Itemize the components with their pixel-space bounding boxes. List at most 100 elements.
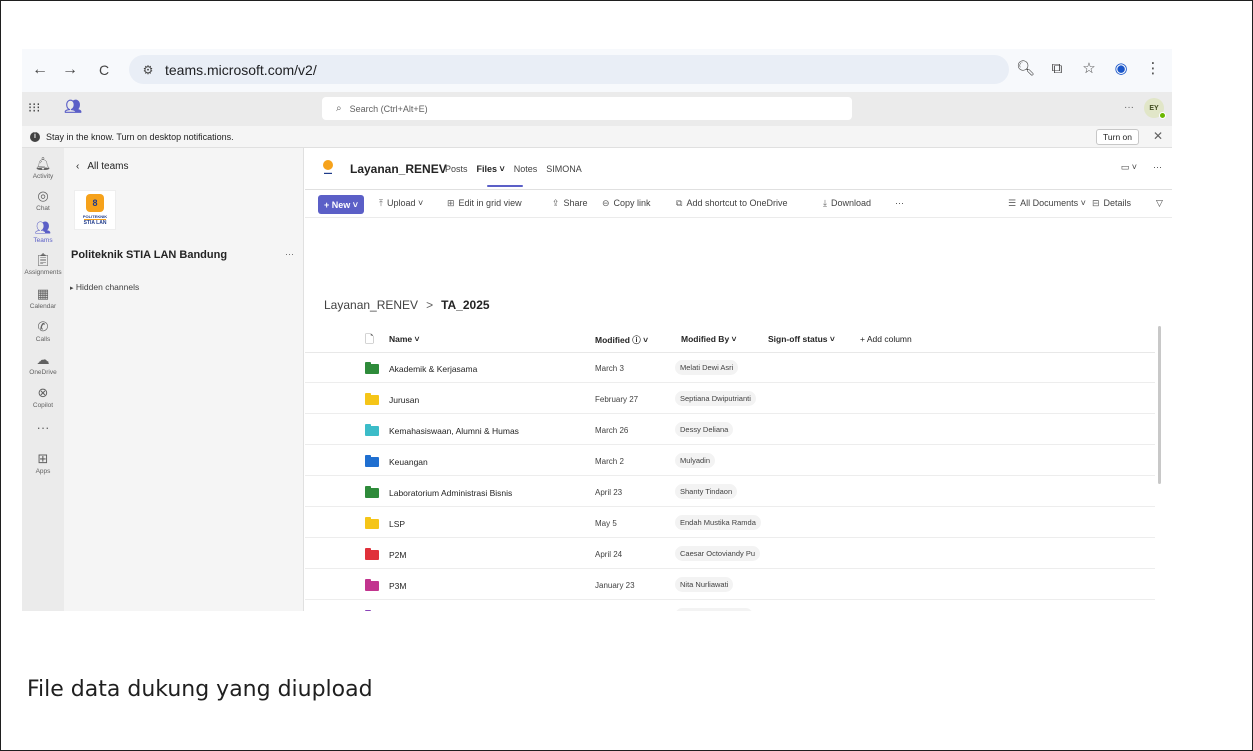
search-placeholder: Search (Ctrl+Alt+E) [349, 103, 428, 114]
close-icon[interactable]: ✕ [1153, 129, 1163, 143]
file-modified-by[interactable]: Mulyadin [675, 453, 716, 468]
hidden-channels-toggle[interactable]: ▸ Hidden channels [70, 282, 139, 292]
settings-more-icon[interactable]: ··· [1124, 102, 1134, 113]
filter-icon[interactable]: ▽ [1156, 198, 1163, 209]
tab-notes[interactable]: Notes [514, 164, 538, 174]
all-teams-link[interactable]: ‹ All teams [76, 161, 128, 172]
table-row[interactable]: Pengelola Jurnal dan PublikasiMay 6Deni … [305, 602, 1155, 611]
rail-teams[interactable]: 👥︎ Teams [22, 220, 64, 244]
bookmark-star-icon[interactable]: ☆ [1080, 59, 1098, 77]
file-modified-by[interactable]: Endah Mustika Ramda [675, 515, 761, 530]
rail-onedrive[interactable]: ☁︎ OneDrive [22, 352, 64, 376]
file-modified: January 23 [595, 581, 635, 590]
add-shortcut-button[interactable]: ⧉ Add shortcut to OneDrive [676, 198, 788, 209]
table-row[interactable]: Akademik & Kerjasama March 3 Melati Dewi A… [305, 354, 1155, 383]
folder-icon [365, 424, 379, 436]
browser-menu-icon[interactable]: ⋮ [1144, 59, 1162, 77]
meet-video-icon[interactable]: ▭ ˅ [1121, 162, 1137, 173]
profile-icon[interactable]: ◉ [1112, 59, 1130, 77]
file-modified-by[interactable]: Septiana Dwiputrianti [675, 391, 756, 406]
channel-more-icon[interactable]: ··· [1153, 162, 1162, 173]
tab-files[interactable]: Files ˅ [477, 164, 505, 174]
reload-icon[interactable]: C [92, 58, 116, 82]
tab-simona[interactable]: SIMONA [546, 164, 582, 174]
file-name[interactable]: P2M [389, 550, 406, 560]
upload-button[interactable]: ⤒ Upload ˅ [379, 198, 423, 209]
file-modified-by[interactable]: Nita Nurliawati [675, 577, 734, 592]
files-toolbar: + New ˅ ⤒ Upload ˅ ⊞ Edit in grid view ⇪ Sh… [305, 191, 1172, 218]
table-row[interactable]: Keuangan March 2 Mulyadin [305, 447, 1155, 476]
table-row[interactable]: LSP May 5 Endah Mustika Ramda [305, 509, 1155, 538]
cloud-icon: ☁︎ [36, 352, 50, 367]
details-button[interactable]: ⊟ Details [1092, 198, 1131, 209]
edit-grid-button[interactable]: ⊞ Edit in grid view [447, 198, 522, 209]
column-modified[interactable]: Modified ⓘ ˅ [595, 334, 648, 346]
rail-more[interactable]: ··· [22, 420, 64, 436]
rail-calendar[interactable]: ▦ Calendar [22, 286, 64, 310]
file-name[interactable]: Laboratorium Administrasi Bisnis [389, 488, 512, 498]
view-label: All Documents ˅ [1020, 198, 1086, 208]
rail-chat[interactable]: ◎ Chat [22, 188, 64, 212]
file-name[interactable]: Jurusan [389, 395, 419, 405]
rail-copilot[interactable]: ⊗ Copilot [22, 385, 64, 409]
file-name[interactable]: Keuangan [389, 457, 428, 467]
download-button[interactable]: ⤓ Download [823, 198, 871, 209]
table-row[interactable]: P3M January 23 Nita Nurliawati [305, 571, 1155, 600]
team-more-options-icon[interactable]: ··· [285, 249, 294, 259]
column-name[interactable]: Name ˅ [389, 334, 419, 344]
breadcrumb-current: TA_2025 [441, 298, 490, 312]
rail-label: Copilot [32, 402, 54, 409]
table-row[interactable]: Jurusan February 27 Septiana Dwiputrianti [305, 385, 1155, 414]
share-button[interactable]: ⇪ Share [552, 198, 588, 209]
add-column-button[interactable]: + Add column [860, 334, 912, 344]
file-name[interactable]: Akademik & Kerjasama [389, 364, 477, 374]
address-bar[interactable]: ⚙︎ teams.microsoft.com/v2/ [129, 55, 1009, 84]
file-name[interactable]: Kemahasiswaan, Alumni & Humas [389, 426, 519, 436]
file-name[interactable]: LSP [389, 519, 405, 529]
forward-arrow-icon[interactable]: → [58, 58, 82, 82]
avatar[interactable]: EY [1144, 98, 1166, 119]
column-signoff-status[interactable]: Sign-off status ˅ [768, 334, 835, 344]
site-settings-icon[interactable]: ⚙︎ [139, 61, 157, 79]
rail-activity[interactable]: 🔔︎ Activity [22, 156, 64, 180]
folder-icon [365, 486, 379, 498]
toolbar-more-icon[interactable]: ··· [895, 198, 904, 208]
app-launcher-icon[interactable]: ⁝⁝⁝ [28, 100, 40, 116]
file-modified-by[interactable]: Caesar Octoviandy Pu [675, 546, 761, 561]
file-type-icon[interactable]: 🗋︎ [365, 331, 374, 350]
breadcrumb-parent[interactable]: Layanan_RENEV [324, 298, 418, 312]
teams-screenshot: ← → C ⚙︎ teams.microsoft.com/v2/ 🔍︎ ⧉ ☆ … [22, 49, 1172, 611]
browser-toolbar: ← → C ⚙︎ teams.microsoft.com/v2/ 🔍︎ ⧉ ☆ … [22, 49, 1172, 92]
team-name[interactable]: Politeknik STIA LAN Bandung [71, 249, 227, 261]
column-modified-by[interactable]: Modified By ˅ [681, 334, 737, 344]
tab-posts[interactable]: Posts [445, 164, 468, 174]
view-selector[interactable]: ☰ All Documents ˅ [1008, 198, 1086, 209]
table-row[interactable]: Kemahasiswaan, Alumni & Humas March 26 Des… [305, 416, 1155, 445]
search-input[interactable]: ⌕ Search (Ctrl+Alt+E) [322, 97, 852, 120]
url-text: teams.microsoft.com/v2/ [165, 61, 317, 78]
zoom-icon[interactable]: 🔍︎ [1016, 59, 1035, 77]
copy-link-button[interactable]: ⊖ Copy link [602, 198, 651, 209]
grid-icon: ⊞ [447, 198, 455, 208]
turn-on-button[interactable]: Turn on [1096, 129, 1139, 145]
scrollbar[interactable] [1158, 326, 1161, 484]
new-button[interactable]: + New ˅ [318, 195, 365, 214]
table-row[interactable]: P2M April 24 Caesar Octoviandy Pu [305, 540, 1155, 569]
file-modified-by[interactable]: Melati Dewi Asri [675, 360, 739, 375]
back-arrow-icon[interactable]: ← [28, 58, 52, 82]
rail-label: OneDrive [29, 369, 57, 376]
file-name[interactable]: P3M [389, 581, 406, 591]
file-modified-by[interactable]: Shanty Tindaon [675, 484, 738, 499]
table-row[interactable]: Laboratorium Administrasi Bisnis April 23… [305, 478, 1155, 507]
file-modified: March 3 [595, 364, 624, 373]
install-app-icon[interactable]: ⧉ [1048, 60, 1066, 77]
rail-label: Chat [36, 205, 50, 212]
breadcrumb: Layanan_RENEV > TA_2025 [324, 298, 490, 312]
logo-line: STIA LAN [83, 219, 107, 226]
rail-assignments[interactable]: 📋︎ Assignments [22, 252, 64, 276]
file-modified: February 27 [595, 395, 639, 404]
rail-calls[interactable]: ✆ Calls [22, 319, 64, 343]
file-modified-by[interactable]: Dessy Deliana [675, 422, 734, 437]
rail-apps[interactable]: ⊞ Apps [22, 451, 64, 475]
file-modified-by[interactable]: Deni Fauzi Ramdani [675, 608, 753, 611]
